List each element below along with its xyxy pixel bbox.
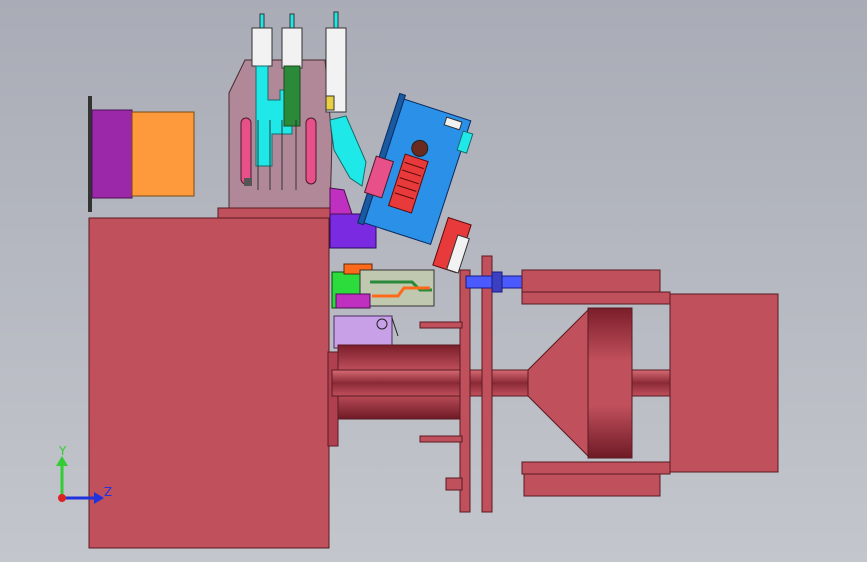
z-axis-label: Z — [104, 485, 112, 499]
cylinder-1 — [251, 27, 273, 67]
cylinder-2 — [281, 27, 303, 69]
motor-bracket — [88, 96, 92, 212]
upper-rail-lip — [521, 291, 671, 305]
cyan-chute — [329, 115, 367, 187]
green-slider — [283, 65, 301, 127]
cad-viewport[interactable]: Y Z — [0, 0, 867, 562]
upper-frame-base — [217, 207, 331, 219]
disk-plate-2 — [481, 255, 493, 513]
cone-adapter — [527, 308, 589, 458]
piston-drum — [587, 307, 633, 459]
y-axis-label: Y — [58, 444, 67, 458]
magenta-wedge — [329, 187, 353, 215]
small-bracket-bottom — [419, 435, 463, 443]
disk-plate-1 — [459, 269, 471, 513]
hub-flange — [327, 351, 339, 447]
bolt — [376, 318, 388, 330]
roller-left-2 — [305, 117, 317, 185]
frame-foot — [244, 178, 252, 186]
yellow-tab — [325, 95, 335, 111]
lower-rail — [523, 473, 661, 497]
base-block — [88, 217, 330, 549]
end-cap — [669, 293, 779, 473]
machine-drawing: Y Z — [56, 11, 779, 549]
motor-purple — [91, 109, 133, 199]
small-block — [445, 477, 463, 491]
cylinder-2-rod — [289, 13, 295, 29]
cylinder-3-rod — [333, 11, 339, 29]
small-bracket-top — [419, 321, 463, 329]
lower-rail-lip — [521, 461, 671, 475]
magenta-part — [335, 293, 371, 309]
upper-rail — [521, 269, 661, 293]
motor-orange — [131, 111, 195, 197]
roller-left-1 — [240, 117, 252, 185]
cylinder-1-rod — [259, 13, 265, 29]
blue-rod-collar — [491, 271, 503, 293]
